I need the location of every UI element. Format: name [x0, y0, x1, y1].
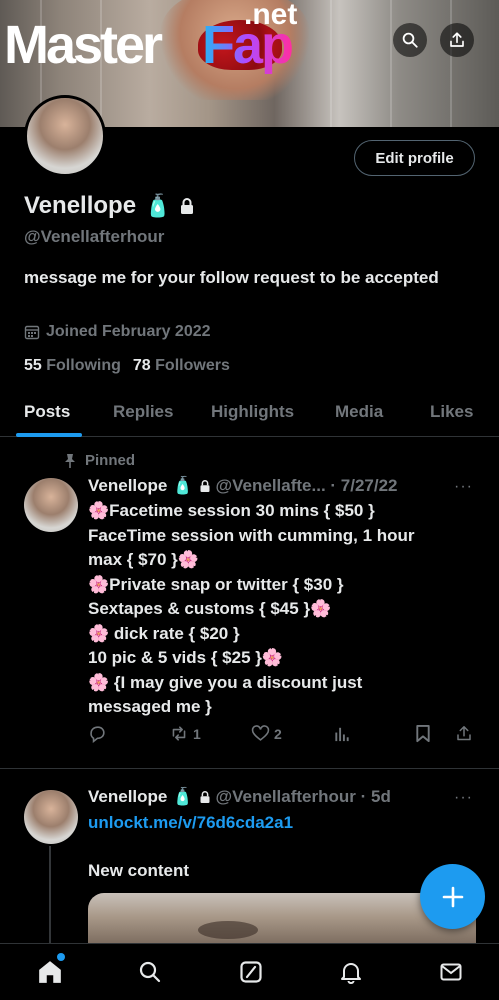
- compose-button[interactable]: [420, 864, 485, 929]
- nav-home[interactable]: [35, 957, 65, 987]
- post-line: 🌸Facetime session 30 mins { $50 }: [88, 501, 375, 520]
- post-line: Sextapes & customs { $45 }🌸: [88, 599, 332, 618]
- profile-tabs: Posts Replies Highlights Media Likes: [0, 392, 499, 437]
- share-icon: [450, 32, 464, 47]
- post-divider: [0, 768, 499, 769]
- retweet-button[interactable]: 1: [169, 724, 201, 743]
- post-author-emoji: 🧴: [172, 476, 194, 495]
- post-author-name[interactable]: Venellope: [88, 787, 167, 807]
- retweet-count: 1: [193, 725, 201, 742]
- display-name: Venellope: [24, 192, 137, 219]
- post-author-name[interactable]: Venellope: [88, 476, 167, 496]
- home-icon: [39, 961, 61, 983]
- reply-button[interactable]: [88, 724, 107, 743]
- bookmark-icon: [416, 724, 430, 743]
- more-options-icon[interactable]: ···: [454, 789, 473, 807]
- tab-likes[interactable]: Likes: [430, 402, 473, 422]
- share-icon: [457, 726, 471, 741]
- heart-icon: [251, 725, 270, 741]
- post-handle-date: @Venellafterhour · 5d: [215, 787, 391, 806]
- analytics-icon: [335, 727, 349, 742]
- notifications-icon: [341, 963, 361, 984]
- following-label: Following: [46, 357, 121, 374]
- profile-name-row: Venellope 🧴: [24, 192, 195, 220]
- joined-text: Joined February 2022: [46, 323, 211, 340]
- grok-icon: [240, 961, 262, 983]
- second-post-header: Venellope 🧴 @Venellafterhour · 5d: [88, 787, 391, 807]
- logo-suffix: .net: [244, 0, 298, 31]
- pinned-post-header: Venellope 🧴 @Venellafte... · 7/27/22: [88, 476, 398, 496]
- post-line: FaceTime session with cumming, 1 hour: [88, 525, 415, 545]
- nav-search[interactable]: [135, 957, 165, 987]
- pinned-post-text: 🌸Facetime session 30 mins { $50 } FaceTi…: [88, 499, 478, 720]
- thread-line: [49, 846, 51, 946]
- post-link[interactable]: unlockt.me/v/76d6cda2a1: [88, 811, 478, 836]
- like-button[interactable]: 2: [251, 724, 282, 743]
- header-search-button[interactable]: [393, 23, 427, 57]
- share-post-button[interactable]: [455, 724, 473, 743]
- bottom-navigation: [0, 943, 499, 1000]
- profile-bio: message me for your follow request to be…: [24, 268, 439, 287]
- profile-handle: @Venellafterhour: [24, 227, 165, 246]
- post-handle-date: @Venellafte... · 7/27/22: [215, 476, 398, 495]
- profile-avatar[interactable]: [24, 95, 106, 177]
- header-share-button[interactable]: [440, 23, 474, 57]
- lock-icon: [200, 480, 210, 492]
- post-line: 10 pic & 5 vids { $25 }🌸: [88, 648, 284, 667]
- masterfap-logo: Master Fap .net: [4, 0, 304, 75]
- pinned-indicator: Pinned: [63, 452, 135, 469]
- search-icon: [139, 961, 161, 983]
- joined-date: Joined February 2022: [24, 323, 211, 341]
- retweet-icon: [172, 726, 186, 741]
- follow-counts: 55 Following 78 Followers: [24, 357, 230, 375]
- views-button[interactable]: [334, 724, 350, 743]
- post-line: 🌸 {I may give you a discount just: [88, 672, 363, 692]
- bookmark-button[interactable]: [415, 724, 431, 743]
- pin-icon: [65, 453, 75, 468]
- active-tab-indicator: [16, 433, 82, 437]
- followers-label: Followers: [155, 357, 230, 374]
- reply-icon: [90, 726, 105, 743]
- calendar-icon: [24, 325, 40, 340]
- tab-highlights[interactable]: Highlights: [211, 402, 294, 422]
- home-notification-dot: [57, 953, 65, 961]
- lock-icon: [181, 198, 194, 214]
- logo-master-text: Master: [4, 15, 163, 75]
- post-line: 🌸 dick rate { $20 }: [88, 623, 240, 643]
- post-actions: 1 2: [88, 724, 478, 746]
- lock-icon: [200, 791, 210, 803]
- search-icon: [402, 32, 418, 48]
- followers-count: 78: [132, 357, 151, 374]
- nav-grok[interactable]: [236, 957, 266, 987]
- post-avatar[interactable]: [24, 478, 78, 532]
- following-link[interactable]: 55 Following: [24, 357, 121, 375]
- tab-media[interactable]: Media: [335, 402, 383, 422]
- plus-icon: [442, 886, 463, 907]
- tab-posts[interactable]: Posts: [24, 402, 70, 422]
- following-count: 55: [24, 357, 42, 374]
- edit-profile-button[interactable]: Edit profile: [354, 140, 475, 176]
- tab-replies[interactable]: Replies: [113, 402, 173, 422]
- pinned-label: Pinned: [85, 452, 136, 469]
- nav-messages[interactable]: [436, 957, 466, 987]
- messages-icon: [440, 963, 462, 981]
- name-emoji: 🧴: [144, 193, 172, 218]
- followers-link[interactable]: 78 Followers: [133, 357, 230, 375]
- post-avatar[interactable]: [24, 790, 78, 844]
- post-line: 🌸Private snap or twitter { $30 }: [88, 574, 344, 594]
- like-count: 2: [274, 725, 282, 742]
- second-post-caption: New content: [88, 861, 190, 880]
- more-options-icon[interactable]: ···: [454, 478, 473, 496]
- second-post-text: unlockt.me/v/76d6cda2a1: [88, 811, 478, 836]
- post-author-emoji: 🧴: [172, 787, 194, 806]
- post-line: messaged me }: [88, 697, 212, 716]
- post-line: max { $70 }🌸: [88, 550, 199, 569]
- nav-notifications[interactable]: [336, 957, 366, 987]
